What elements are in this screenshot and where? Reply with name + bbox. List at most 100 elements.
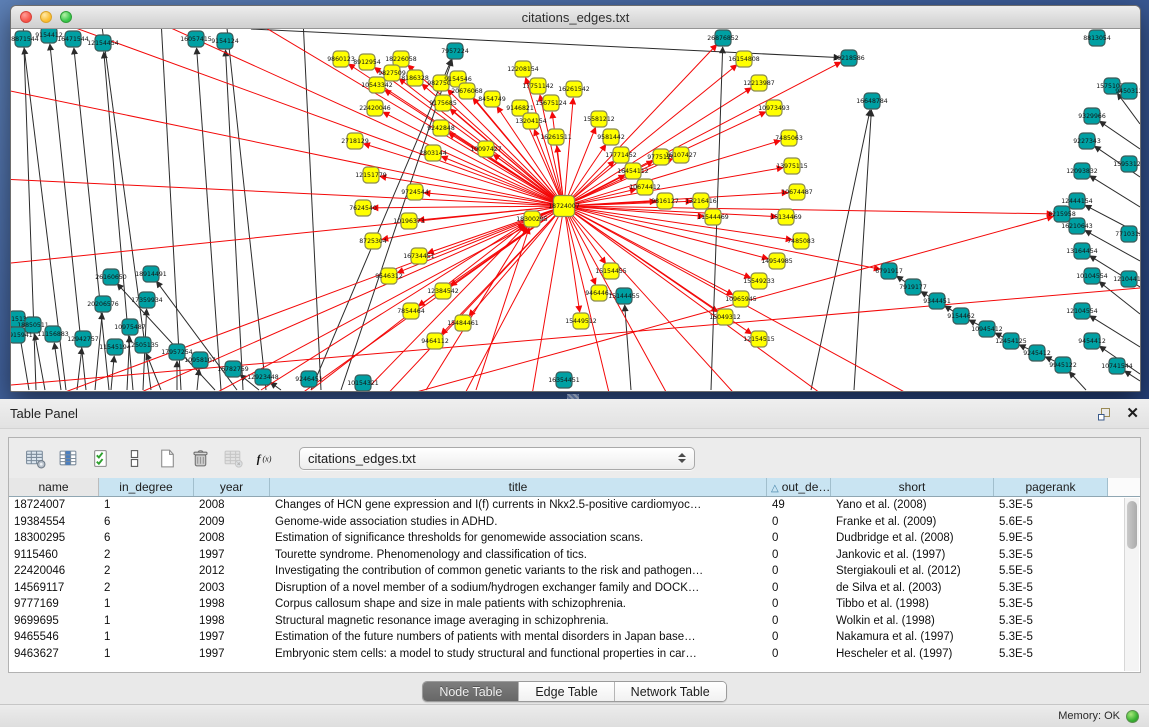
graph-edge[interactable] — [161, 29, 181, 390]
cell-year: 2003 — [194, 580, 270, 597]
graph-edge[interactable] — [11, 287, 1140, 385]
graph-edge[interactable] — [41, 209, 557, 391]
cell-name: 18724007 — [9, 497, 99, 514]
graph-edge[interactable] — [77, 348, 82, 390]
graph-edge[interactable] — [372, 206, 556, 208]
graph-node-label: 9344451 — [923, 298, 951, 305]
table-mode-icon[interactable] — [21, 445, 49, 471]
column-header-in_degree[interactable]: in_degree — [99, 478, 194, 496]
network-canvas[interactable]: 1872400798601238912954182260589827509105… — [11, 29, 1140, 391]
graph-edge[interactable] — [1019, 345, 1029, 350]
tab-node-table[interactable]: Node Table — [423, 682, 519, 701]
table-row[interactable]: 977716911998Corpus callosum shape and si… — [9, 596, 1140, 613]
graph-edge[interactable] — [11, 179, 556, 206]
graph-node-label: 22420046 — [359, 105, 391, 112]
table-selector[interactable]: citations_edges.txt — [299, 447, 695, 470]
cell-title: Estimation of the future numbers of pati… — [270, 629, 767, 646]
graph-edge[interactable] — [565, 98, 574, 198]
cell-in_degree: 2 — [99, 547, 194, 564]
cell-short: Wolkin et al. (1998) — [831, 613, 994, 630]
graph-edge[interactable] — [51, 29, 557, 203]
close-window-button[interactable] — [20, 11, 32, 23]
column-header-title[interactable]: title — [270, 478, 767, 496]
graph-edge[interactable] — [531, 214, 563, 391]
graph-node-label: 12444154 — [1061, 198, 1093, 205]
graph-node-label: 9227343 — [1073, 138, 1101, 145]
cell-out_degree: 0 — [767, 580, 831, 597]
table-row[interactable]: 1456911722003Disruption of a novel membe… — [9, 580, 1140, 597]
table-row[interactable]: 946362711997Embryonic stem cells: a mode… — [9, 646, 1140, 663]
column-header-pagerank[interactable]: pagerank — [994, 478, 1108, 496]
minimize-window-button[interactable] — [40, 11, 52, 23]
cell-year: 1997 — [194, 646, 270, 663]
graph-edge[interactable] — [811, 110, 870, 390]
column-header-out_degree[interactable]: △out_de… — [767, 478, 831, 496]
graph-edge[interactable] — [854, 110, 871, 390]
graph-edge[interactable] — [449, 133, 558, 202]
table-row[interactable]: 2242004622012Investigating the contribut… — [9, 563, 1140, 580]
graph-node-label: 15049312 — [709, 314, 741, 321]
show-columns-icon[interactable] — [54, 445, 82, 471]
cell-in_degree: 1 — [99, 629, 194, 646]
cell-out_degree: 0 — [767, 629, 831, 646]
graph-edge[interactable] — [111, 356, 114, 390]
graph-edge[interactable] — [571, 88, 752, 202]
select-rows-icon[interactable] — [87, 445, 115, 471]
float-panel-icon[interactable] — [1096, 406, 1112, 422]
graph-node-label: 10104554 — [1076, 273, 1108, 280]
close-panel-icon[interactable]: ✕ — [1126, 407, 1139, 421]
delete-rows-icon[interactable] — [186, 445, 214, 471]
graph-edge[interactable] — [151, 29, 557, 203]
scrollbar-thumb[interactable] — [1127, 501, 1137, 549]
graph-edge[interactable] — [570, 161, 614, 201]
table-row[interactable]: 1830029562008Estimation of significance … — [9, 530, 1140, 547]
tab-edge-table[interactable]: Edge Table — [519, 682, 614, 701]
new-column-icon[interactable] — [120, 445, 148, 471]
graph-node-label: 9546312 — [375, 273, 403, 280]
graph-edge[interactable] — [101, 29, 151, 390]
cell-year: 1997 — [194, 629, 270, 646]
table-row[interactable]: 969969511998Structural magnetic resonanc… — [9, 613, 1140, 630]
graph-edge[interactable] — [1069, 372, 1086, 390]
column-header-year[interactable]: year — [194, 478, 270, 496]
graph-edge[interactable] — [303, 29, 321, 390]
graph-edge[interactable] — [226, 29, 266, 390]
cell-year: 1998 — [194, 596, 270, 613]
new-document-icon[interactable] — [153, 445, 181, 471]
table-scrollbar[interactable] — [1124, 498, 1139, 671]
cell-year: 1998 — [194, 613, 270, 630]
cell-short: Stergiakouli et al. (2012) — [831, 563, 994, 580]
graph-node-label: 15581212 — [583, 116, 615, 123]
cell-pagerank: 5.9E-5 — [994, 530, 1108, 547]
cell-title: Corpus callosum shape and size in male p… — [270, 596, 767, 613]
graph-edge[interactable] — [1045, 357, 1056, 362]
graph-node-label: 14954985 — [761, 258, 793, 265]
column-header-short[interactable]: short — [831, 478, 994, 496]
cell-year: 2008 — [194, 497, 270, 514]
graph-edge[interactable] — [461, 213, 560, 391]
table-row[interactable]: 1872400712008Changes of HCN gene express… — [9, 497, 1140, 514]
graph-edge[interactable] — [1099, 121, 1140, 149]
delete-table-icon — [219, 445, 247, 471]
zoom-window-button[interactable] — [60, 11, 72, 23]
graph-node-label: 10674487 — [781, 189, 813, 196]
function-builder-icon[interactable]: f(x) — [252, 445, 280, 471]
tab-network-table[interactable]: Network Table — [615, 682, 726, 701]
graph-node-label: 15144455 — [608, 293, 640, 300]
cell-title: Tourette syndrome. Phenomenology and cla… — [270, 547, 767, 564]
graph-node-label: 2718129 — [341, 138, 369, 145]
cell-short: Dudbridge et al. (2008) — [831, 530, 994, 547]
graph-edge[interactable] — [1090, 176, 1140, 207]
graph-node-label: 9945122 — [1049, 362, 1077, 369]
column-header-name[interactable]: name — [9, 478, 99, 496]
table-row[interactable]: 946554611997Estimation of the future num… — [9, 629, 1140, 646]
table-row[interactable]: 911546021997Tourette syndrome. Phenomeno… — [9, 547, 1140, 564]
cell-year: 2008 — [194, 530, 270, 547]
graph-edge[interactable] — [226, 50, 244, 390]
table-row[interactable]: 1938455462009Genome-wide association stu… — [9, 514, 1140, 531]
window-titlebar[interactable]: citations_edges.txt — [11, 6, 1140, 29]
graph-node-label: 20206576 — [87, 301, 119, 308]
graph-edge[interactable] — [54, 343, 61, 390]
graph-edge[interactable] — [969, 320, 980, 325]
graph-node-label: 15675124 — [535, 100, 567, 107]
